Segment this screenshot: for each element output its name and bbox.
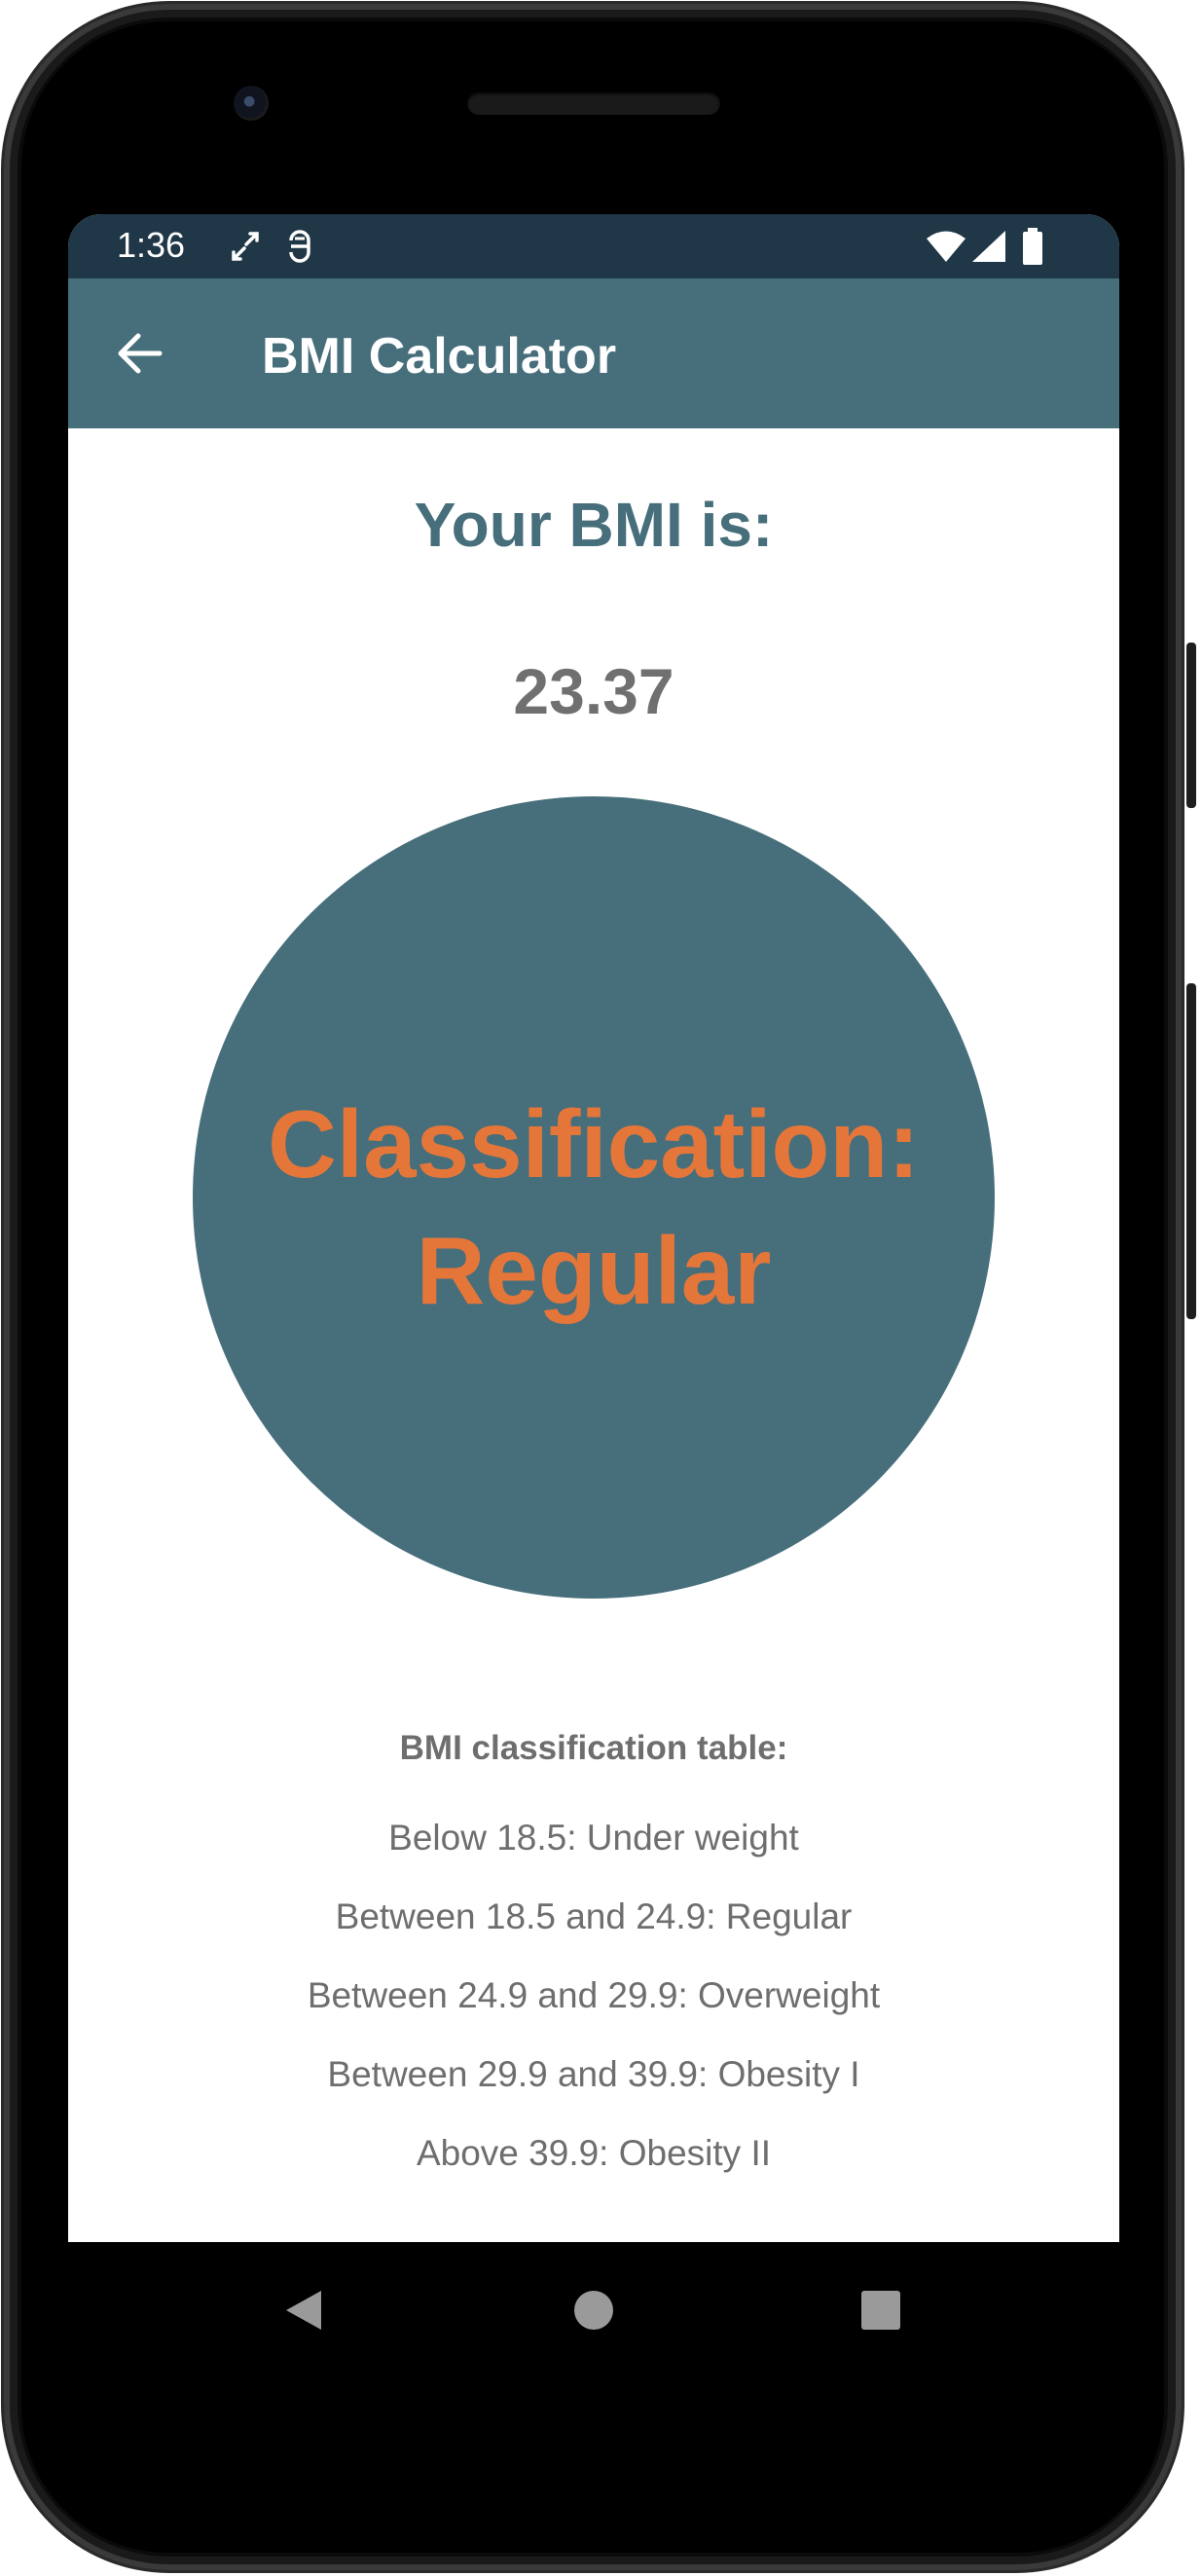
power-button — [1186, 983, 1196, 1319]
wifi-icon — [925, 227, 967, 266]
classification-row: Between 29.9 and 39.9: Obesity I — [327, 2054, 860, 2094]
result-heading: Your BMI is: — [414, 490, 774, 560]
status-time: 1:36 — [117, 225, 186, 265]
status-bar: 1:36 — [68, 214, 1119, 278]
classification-title: Classification: — [268, 1090, 920, 1197]
nav-recents-button[interactable] — [842, 2271, 920, 2349]
battery-icon — [1018, 227, 1047, 266]
vpn-key-icon — [280, 227, 319, 266]
app-title: BMI Calculator — [262, 328, 617, 385]
classification-row: Above 39.9: Obesity II — [416, 2133, 772, 2173]
phone-frame: 1:36 BMI Calculator Your BMI is: 23.37 C… — [0, 0, 1202, 2576]
earpiece-speaker — [467, 92, 720, 115]
nav-back-button[interactable] — [265, 2271, 343, 2349]
nav-back-icon — [286, 2291, 321, 2330]
classification-row: Between 18.5 and 24.9: Regular — [335, 1896, 853, 1936]
cellular-signal-icon — [969, 227, 1008, 266]
nav-recents-icon — [861, 2291, 900, 2330]
bmi-value: 23.37 — [513, 655, 674, 727]
screen: 1:36 BMI Calculator Your BMI is: 23.37 C… — [68, 214, 1119, 2242]
classification-label: Classification: Regular — [193, 1081, 995, 1334]
classification-value: Regular — [416, 1217, 772, 1324]
back-button[interactable] — [107, 320, 173, 386]
screen-rotate-icon — [226, 227, 265, 266]
volume-button — [1186, 643, 1196, 808]
classification-table: Below 18.5: Under weight Between 18.5 an… — [68, 1815, 1119, 2209]
classification-row: Between 24.9 and 29.9: Overweight — [307, 1975, 881, 2015]
classification-table-title: BMI classification table: — [399, 1729, 788, 1767]
front-camera — [234, 86, 269, 121]
arrow-back-icon — [118, 333, 163, 374]
navigation-bar — [68, 2242, 1119, 2378]
nav-home-button[interactable] — [555, 2271, 633, 2349]
classification-row: Below 18.5: Under weight — [388, 1818, 799, 1858]
result-content: Your BMI is: 23.37 Classification: Regul… — [68, 428, 1119, 2242]
nav-home-icon — [574, 2291, 613, 2330]
app-bar: BMI Calculator — [68, 278, 1119, 428]
classification-circle: Classification: Regular — [193, 796, 995, 1599]
